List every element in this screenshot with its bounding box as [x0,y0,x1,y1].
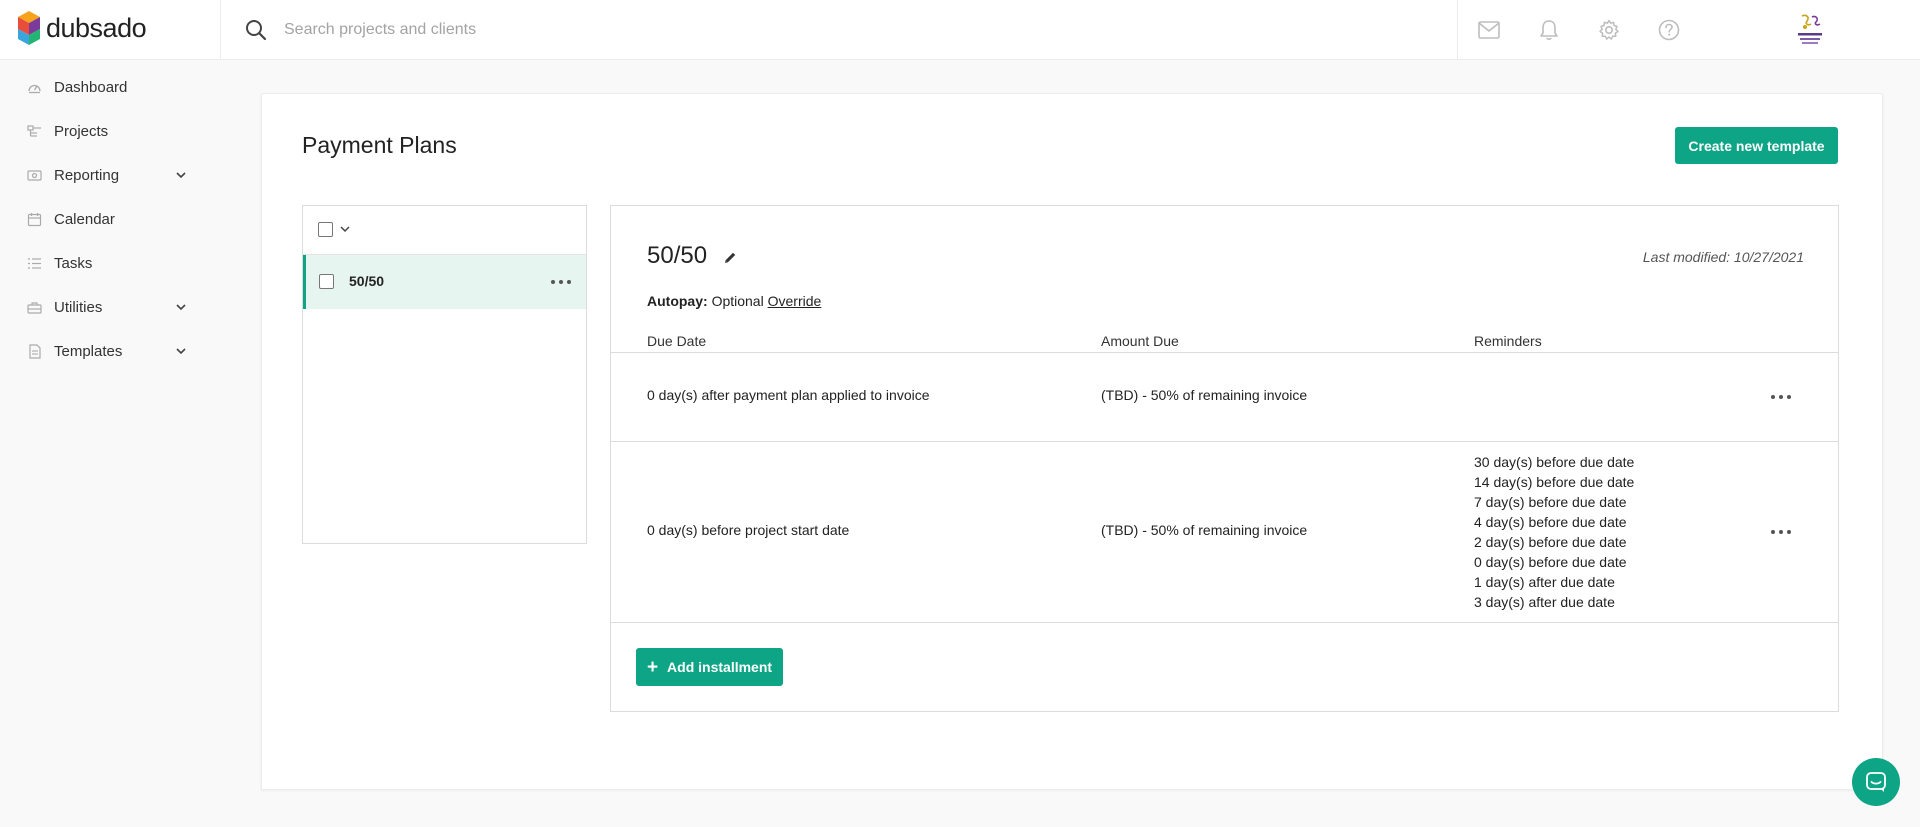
avatar[interactable] [1790,11,1830,49]
divider [611,441,1838,442]
page-title: Payment Plans [302,132,457,158]
plan-detail: 50/50 Last modified: 10/27/2021 Autopay:… [610,205,1839,712]
reporting-icon [26,167,42,183]
override-link[interactable]: Override [768,293,822,309]
divider [220,0,221,60]
dashboard-icon [26,79,42,95]
bell-icon[interactable] [1537,18,1561,42]
sidebar-item-projects[interactable]: Projects [26,116,198,146]
main-card: Payment Plans Create new template 50/50 … [261,93,1883,790]
sidebar-item-label: Calendar [54,210,115,228]
chat-icon [1866,772,1886,792]
search-input[interactable] [284,16,1144,44]
plan-checkbox[interactable] [319,274,334,289]
dubsado-logo[interactable]: dubsado [18,11,147,45]
mail-icon[interactable] [1477,18,1501,42]
last-modified: Last modified: 10/27/2021 [1642,249,1804,265]
pencil-icon[interactable] [722,250,738,266]
sidebar-item-label: Templates [54,342,123,360]
autopay-label: Autopay: [647,293,708,309]
plus-icon: + [646,656,659,678]
sidebar-item-tasks[interactable]: Tasks [26,248,198,278]
projects-icon [26,123,42,139]
chevron-down-icon[interactable] [339,223,351,235]
sidebar-item-label: Projects [54,122,109,140]
add-installment-button[interactable]: + Add installment [636,648,783,686]
sidebar-item-reporting[interactable]: Reporting [26,160,198,190]
calendar-icon [26,211,42,227]
plan-title: 50/50 [647,242,708,269]
studio-logo-avatar-icon [1798,14,1822,44]
plan-list: 50/50 [302,205,587,544]
search-icon[interactable] [244,18,268,47]
reminder-item: 2 day(s) before due date [1474,534,1627,550]
reminder-item: 1 day(s) after due date [1474,574,1615,590]
tasks-icon [26,255,42,271]
chevron-down-icon[interactable] [174,168,188,182]
top-bar: dubsado [0,0,1920,60]
installment-due-date: 0 day(s) after payment plan applied to i… [647,387,930,403]
select-all-checkbox[interactable] [318,222,333,237]
autopay-row: Autopay: Optional Override [647,293,821,309]
installment-amount: (TBD) - 50% of remaining invoice [1101,522,1308,538]
reminder-item: 30 day(s) before due date [1474,454,1635,470]
sidebar-item-label: Dashboard [54,78,128,96]
more-options-icon[interactable] [1771,528,1791,536]
chevron-down-icon[interactable] [174,344,188,358]
installment-due-date: 0 day(s) before project start date [647,522,850,538]
chevron-down-icon[interactable] [174,300,188,314]
plan-name: 50/50 [349,273,385,289]
autopay-value: Optional [711,293,764,309]
divider [1457,0,1458,60]
sidebar-item-label: Reporting [54,166,120,184]
sidebar-item-utilities[interactable]: Utilities [26,292,198,322]
sidebar-item-calendar[interactable]: Calendar [26,204,198,234]
divider [611,352,1838,353]
reminder-item: 7 day(s) before due date [1474,494,1627,510]
brand-name: dubsado [46,12,147,43]
divider [611,622,1838,623]
create-template-button[interactable]: Create new template [1675,127,1838,164]
reminder-item: 0 day(s) before due date [1474,554,1627,570]
column-header-amount-due: Amount Due [1101,333,1179,349]
sidebar-item-dashboard[interactable]: Dashboard [26,72,198,102]
dubsado-cube-icon [18,11,40,45]
gear-icon[interactable] [1597,18,1621,42]
utilities-icon [26,299,42,315]
column-header-reminders: Reminders [1474,333,1542,349]
list-item[interactable]: 50/50 [303,255,586,309]
templates-icon [26,343,42,359]
help-icon[interactable] [1657,18,1681,42]
sidebar-item-templates[interactable]: Templates [26,336,198,366]
more-options-icon[interactable] [1771,393,1791,401]
add-installment-label: Add installment [667,659,773,675]
reminder-item: 14 day(s) before due date [1474,474,1635,490]
reminder-list: 30 day(s) before due date 14 day(s) befo… [1474,452,1634,612]
reminder-item: 4 day(s) before due date [1474,514,1627,530]
column-header-due-date: Due Date [647,333,707,349]
chat-launcher-button[interactable] [1852,758,1900,806]
sidebar-item-label: Utilities [54,298,103,316]
more-options-icon[interactable] [551,278,571,286]
reminder-item: 3 day(s) after due date [1474,594,1615,610]
sidebar-item-label: Tasks [54,254,93,272]
list-header [303,206,586,255]
installment-amount: (TBD) - 50% of remaining invoice [1101,387,1308,403]
